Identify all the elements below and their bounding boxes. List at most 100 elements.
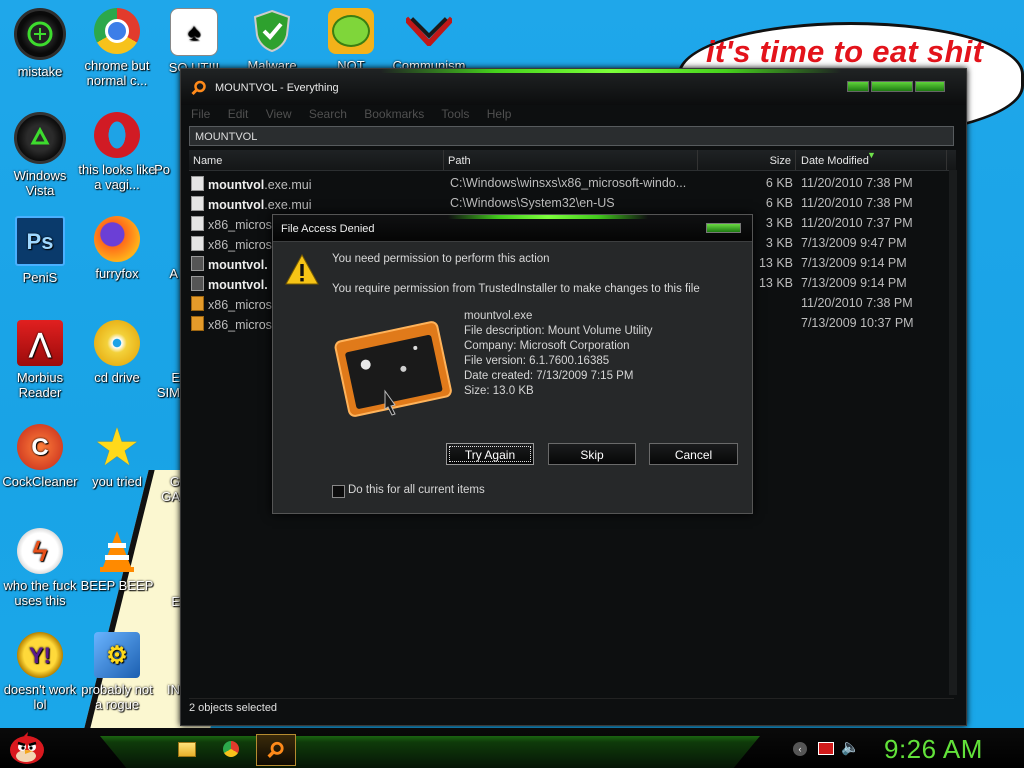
folder-icon	[191, 296, 204, 311]
show-hidden-icons-arrow-icon[interactable]: ‹	[793, 742, 807, 756]
desktop-icon-cockcleaner[interactable]: C CockCleaner	[0, 424, 80, 489]
desktop-icon-label: cd drive	[94, 370, 140, 385]
bad-piggies-icon	[328, 8, 374, 54]
desktop-icon-label: CockCleaner	[2, 474, 78, 489]
dialog-title: File Access Denied	[281, 223, 375, 235]
dialog-message: You need permission to perform this acti…	[332, 253, 550, 265]
action-center-icon[interactable]	[818, 742, 834, 755]
column-name[interactable]: Name	[189, 150, 444, 170]
flash-icon: ϟ	[17, 528, 63, 574]
search-input[interactable]: MOUNTVOL	[189, 126, 954, 146]
minimize-button[interactable]	[847, 81, 869, 92]
vlc-icon	[94, 528, 140, 574]
desktop-icon-label: BEEP BEEP	[80, 578, 154, 593]
desktop-icon-windows-vista[interactable]: Windows Vista	[0, 112, 80, 198]
desktop-icon-label: Po	[154, 162, 170, 177]
desktop-icon-label: probably not a rogue	[81, 682, 153, 712]
recycle-icon	[14, 112, 66, 164]
close-button[interactable]	[915, 81, 945, 92]
vertical-scrollbar[interactable]	[949, 170, 957, 695]
desktop-icon-beep-beep[interactable]: BEEP BEEP	[77, 528, 157, 593]
flag-icon	[406, 8, 452, 54]
try-again-button[interactable]: Try Again	[446, 443, 534, 465]
column-date-modified[interactable]: Date Modified ▼	[797, 150, 947, 170]
close-button[interactable]	[706, 223, 741, 233]
status-text: 2 objects selected	[189, 702, 278, 714]
desktop-icon-label: you tried	[92, 474, 142, 489]
search-icon	[191, 80, 206, 96]
shield-icon	[249, 8, 295, 54]
application-icon	[334, 321, 452, 417]
desktop-icon-partial-in[interactable]: IN	[150, 682, 180, 697]
menu-file[interactable]: File	[191, 107, 210, 121]
menu-search[interactable]: Search	[309, 107, 347, 121]
desktop-icon-label: mistake	[17, 64, 63, 79]
warning-icon	[285, 253, 319, 285]
desktop-icon-solitaire[interactable]: ♠ SO UTIII	[154, 8, 234, 75]
desktop-icon-chrome[interactable]: chrome but normal c...	[77, 8, 157, 88]
dialog-titlebar[interactable]: File Access Denied	[273, 215, 752, 242]
maximize-button[interactable]	[871, 81, 913, 92]
razer-icon	[14, 8, 66, 60]
desktop-icon-malware[interactable]: Malware	[232, 8, 312, 73]
menu-help[interactable]: Help	[487, 107, 512, 121]
cd-icon	[94, 320, 140, 366]
desktop-icon-probably-not-a-rogue[interactable]: ⚙ probably not a rogue	[77, 632, 157, 712]
desktop-icon-label: chrome but normal c...	[84, 58, 150, 88]
desktop-icon-label: E SIM	[156, 370, 180, 400]
desktop-icon-label: doesn't work lol	[3, 682, 77, 712]
desktop-icon-yahoo[interactable]: Y! doesn't work lol	[0, 632, 80, 712]
desktop-icon-partial-ga[interactable]: G GA	[150, 474, 180, 504]
menu-edit[interactable]: Edit	[228, 107, 249, 121]
do-for-all-checkbox[interactable]	[332, 485, 345, 498]
desktop-icon-mistake[interactable]: mistake	[0, 8, 80, 79]
taskbar-everything[interactable]	[256, 734, 296, 766]
speaker-icon[interactable]: 🔈	[841, 738, 860, 756]
taskbar-chrome[interactable]	[212, 734, 250, 764]
desktop-icon-partial-e[interactable]: E	[150, 594, 180, 609]
desktop-icon-partial-a[interactable]: A	[130, 266, 178, 281]
solitaire-icon: ♠	[170, 8, 218, 56]
desktop-icon-morbius-reader[interactable]: ⋀ Morbius Reader	[0, 320, 80, 400]
folder-icon	[191, 316, 204, 331]
taskbar-clock[interactable]: 9:26 AM	[884, 734, 983, 765]
photoshop-icon: Ps	[15, 216, 65, 266]
menu-view[interactable]: View	[266, 107, 292, 121]
skip-button[interactable]: Skip	[548, 443, 636, 465]
desktop-icon-penis[interactable]: Ps PeniS	[0, 216, 80, 285]
file-date-created: Date created: 7/13/2009 7:15 PM	[464, 370, 634, 382]
file-icon	[191, 216, 204, 231]
file-description: File description: Mount Volume Utility	[464, 325, 653, 337]
exe-icon	[191, 256, 204, 271]
desktop-icon-label: who the fuck uses this	[3, 578, 77, 608]
column-path[interactable]: Path	[444, 150, 698, 170]
explorer-icon	[178, 741, 196, 757]
desktop-icon-partial-sim[interactable]: E SIM	[150, 370, 180, 400]
table-row[interactable]: mountvol.exe.mui C:\Windows\System32\en-…	[189, 193, 954, 213]
window-title: MOUNTVOL - Everything	[215, 82, 339, 94]
column-size[interactable]: Size	[701, 150, 796, 170]
desktop-icon-communism[interactable]: Communism	[389, 8, 469, 73]
dialog-detail: You require permission from TrustedInsta…	[332, 283, 700, 295]
desktop-icon-flash[interactable]: ϟ who the fuck uses this	[0, 528, 80, 608]
desktop-icon-not[interactable]: NOT	[311, 8, 391, 73]
desktop-icon-opera[interactable]: this looks like a vagi...	[77, 112, 157, 192]
desktop-icon-cd-drive[interactable]: cd drive	[77, 320, 157, 385]
sort-arrow-icon: ▼	[867, 150, 876, 160]
window-titlebar[interactable]: MOUNTVOL - Everything	[181, 69, 966, 105]
table-row[interactable]: mountvol.exe.mui C:\Windows\winsxs\x86_m…	[189, 173, 954, 193]
file-icon	[191, 236, 204, 251]
file-size: Size: 13.0 KB	[464, 385, 534, 397]
chrome-icon	[223, 741, 239, 757]
menu-tools[interactable]: Tools	[441, 107, 469, 121]
cancel-button[interactable]: Cancel	[649, 443, 738, 465]
desktop-icon-label: A	[169, 266, 178, 281]
search-icon	[267, 741, 284, 758]
start-button-angry-bird-icon[interactable]	[6, 730, 48, 766]
menu-bookmarks[interactable]: Bookmarks	[364, 107, 424, 121]
taskbar-explorer[interactable]	[168, 734, 206, 764]
desktop-icon-label: IN	[167, 682, 180, 697]
desktop-icon-partial-po[interactable]: Po	[130, 162, 170, 177]
file-access-denied-dialog: File Access Denied You need permission t…	[272, 214, 753, 514]
desktop-icon-you-tried[interactable]: ★ you tried	[77, 424, 157, 490]
